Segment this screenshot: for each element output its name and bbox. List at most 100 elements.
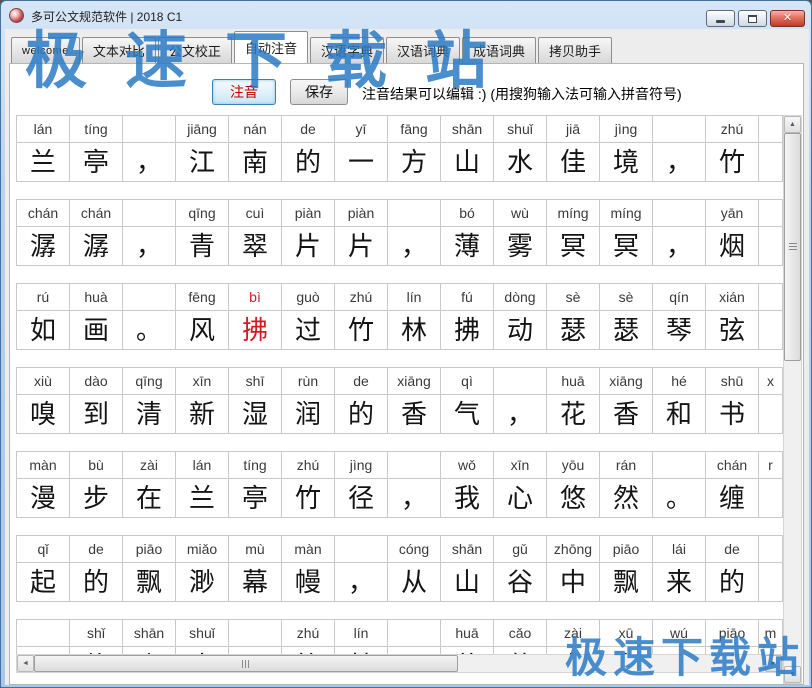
char-cell[interactable] bbox=[758, 646, 783, 654]
char-cell[interactable]: 的 bbox=[705, 562, 759, 602]
char-cell[interactable]: 江 bbox=[175, 142, 229, 182]
char-cell[interactable]: 冥 bbox=[599, 226, 653, 266]
pinyin-cell[interactable]: cuì bbox=[228, 199, 282, 227]
char-cell[interactable]: 薄 bbox=[440, 226, 494, 266]
pinyin-cell[interactable]: cóng bbox=[387, 535, 441, 563]
char-cell[interactable]: ， bbox=[122, 142, 176, 182]
pinyin-cell[interactable] bbox=[758, 283, 783, 311]
char-cell[interactable]: 潺 bbox=[69, 226, 123, 266]
pinyin-cell[interactable]: qǐ bbox=[16, 535, 70, 563]
char-cell[interactable] bbox=[758, 394, 783, 434]
pinyin-cell[interactable]: zhōng bbox=[546, 535, 600, 563]
pinyin-cell[interactable]: piàn bbox=[334, 199, 388, 227]
char-cell[interactable]: 兰 bbox=[16, 142, 70, 182]
pinyin-cell[interactable] bbox=[493, 367, 547, 395]
pinyin-cell[interactable]: piāo bbox=[705, 619, 759, 647]
char-cell[interactable]: ， bbox=[652, 226, 706, 266]
minimize-button[interactable] bbox=[706, 10, 735, 27]
char-cell[interactable]: 使 bbox=[69, 646, 123, 654]
pinyin-cell[interactable]: sè bbox=[546, 283, 600, 311]
char-cell[interactable]: 一 bbox=[334, 142, 388, 182]
char-cell[interactable]: 的 bbox=[334, 394, 388, 434]
scroll-up-icon[interactable]: ▲ bbox=[784, 116, 801, 133]
pinyin-cell[interactable]: de bbox=[281, 115, 335, 143]
tab-自动注音[interactable]: 自动注音 bbox=[234, 31, 308, 63]
pinyin-cell[interactable]: shān bbox=[122, 619, 176, 647]
char-cell[interactable]: 湿 bbox=[228, 394, 282, 434]
pinyin-cell[interactable]: rán bbox=[599, 451, 653, 479]
tab-公文校正[interactable]: 公文校正 bbox=[158, 37, 232, 63]
pinyin-cell[interactable]: shǐ bbox=[69, 619, 123, 647]
pinyin-cell[interactable] bbox=[652, 451, 706, 479]
char-cell[interactable]: 飘 bbox=[705, 646, 759, 654]
char-cell[interactable]: 。 bbox=[122, 310, 176, 350]
char-cell[interactable]: 我 bbox=[440, 478, 494, 518]
char-cell[interactable]: 片 bbox=[334, 226, 388, 266]
pinyin-cell[interactable]: mù bbox=[228, 535, 282, 563]
tab-拷贝助手[interactable]: 拷贝助手 bbox=[538, 37, 612, 63]
char-cell[interactable]: ， bbox=[387, 226, 441, 266]
pinyin-cell[interactable]: xiāng bbox=[599, 367, 653, 395]
pinyin-cell[interactable]: míng bbox=[599, 199, 653, 227]
pinyin-cell[interactable]: xiāng bbox=[387, 367, 441, 395]
pinyin-cell[interactable]: shuǐ bbox=[493, 115, 547, 143]
pinyin-cell[interactable]: nán bbox=[228, 115, 282, 143]
pinyin-cell[interactable]: huà bbox=[69, 283, 123, 311]
char-cell[interactable]: ， bbox=[334, 562, 388, 602]
char-cell[interactable]: 中 bbox=[546, 562, 600, 602]
pinyin-cell[interactable]: de bbox=[334, 367, 388, 395]
char-cell[interactable]: 片 bbox=[281, 226, 335, 266]
pinyin-cell[interactable]: xīn bbox=[493, 451, 547, 479]
pinyin-cell[interactable]: qīng bbox=[122, 367, 176, 395]
char-cell[interactable]: ， bbox=[493, 394, 547, 434]
char-cell[interactable]: 佳 bbox=[546, 142, 600, 182]
char-cell[interactable]: 方 bbox=[387, 142, 441, 182]
char-cell[interactable]: 水 bbox=[493, 142, 547, 182]
char-cell[interactable]: 谷 bbox=[493, 562, 547, 602]
pinyin-cell[interactable]: qín bbox=[652, 283, 706, 311]
char-cell[interactable]: 新 bbox=[175, 394, 229, 434]
pinyin-cell[interactable]: fú bbox=[440, 283, 494, 311]
pinyin-cell[interactable]: rùn bbox=[281, 367, 335, 395]
char-cell[interactable]: 拂 bbox=[440, 310, 494, 350]
char-cell[interactable]: 香 bbox=[599, 394, 653, 434]
char-cell[interactable]: 亭 bbox=[69, 142, 123, 182]
char-cell[interactable]: 飘 bbox=[122, 562, 176, 602]
char-cell[interactable]: 气 bbox=[440, 394, 494, 434]
pinyin-cell[interactable]: chán bbox=[69, 199, 123, 227]
pinyin-cell[interactable] bbox=[758, 535, 783, 563]
horizontal-scrollbar[interactable]: ◄ ► bbox=[16, 654, 783, 673]
scroll-down-icon[interactable]: ▼ bbox=[784, 666, 801, 683]
char-cell[interactable]: 山 bbox=[440, 142, 494, 182]
vertical-scroll-thumb[interactable] bbox=[784, 133, 801, 361]
pinyin-cell[interactable]: fāng bbox=[387, 115, 441, 143]
char-cell[interactable]: 烟 bbox=[705, 226, 759, 266]
pinyin-cell[interactable]: bì bbox=[228, 283, 282, 311]
tab-成语词典[interactable]: 成语词典 bbox=[462, 37, 536, 63]
pinyin-cell[interactable]: huā bbox=[546, 367, 600, 395]
pinyin-cell[interactable]: zhú bbox=[281, 451, 335, 479]
char-cell[interactable]: 花 bbox=[546, 394, 600, 434]
char-cell[interactable] bbox=[758, 226, 783, 266]
pinyin-cell[interactable]: huā bbox=[440, 619, 494, 647]
char-cell[interactable]: 的 bbox=[281, 142, 335, 182]
pinyin-cell[interactable]: màn bbox=[16, 451, 70, 479]
char-cell[interactable] bbox=[228, 646, 282, 654]
char-cell[interactable]: 书 bbox=[705, 394, 759, 434]
tab-汉语字典[interactable]: 汉语字典 bbox=[310, 37, 384, 63]
close-button[interactable]: ✕ bbox=[770, 10, 805, 27]
char-cell[interactable]: 冥 bbox=[546, 226, 600, 266]
pinyin-cell[interactable]: fēng bbox=[175, 283, 229, 311]
pinyin-cell[interactable]: jiā bbox=[546, 115, 600, 143]
char-cell[interactable]: 的 bbox=[69, 562, 123, 602]
pinyin-cell[interactable]: piāo bbox=[122, 535, 176, 563]
pinyin-cell[interactable]: jiāng bbox=[175, 115, 229, 143]
annotate-button[interactable]: 注音 bbox=[212, 79, 276, 105]
tab-welcome[interactable]: welcome bbox=[11, 37, 80, 63]
tab-汉语词典[interactable]: 汉语词典 bbox=[386, 37, 460, 63]
pinyin-cell[interactable] bbox=[758, 199, 783, 227]
char-cell[interactable]: 心 bbox=[493, 478, 547, 518]
char-cell[interactable]: 花 bbox=[440, 646, 494, 654]
pinyin-cell[interactable]: guò bbox=[281, 283, 335, 311]
char-cell[interactable]: 漫 bbox=[16, 478, 70, 518]
